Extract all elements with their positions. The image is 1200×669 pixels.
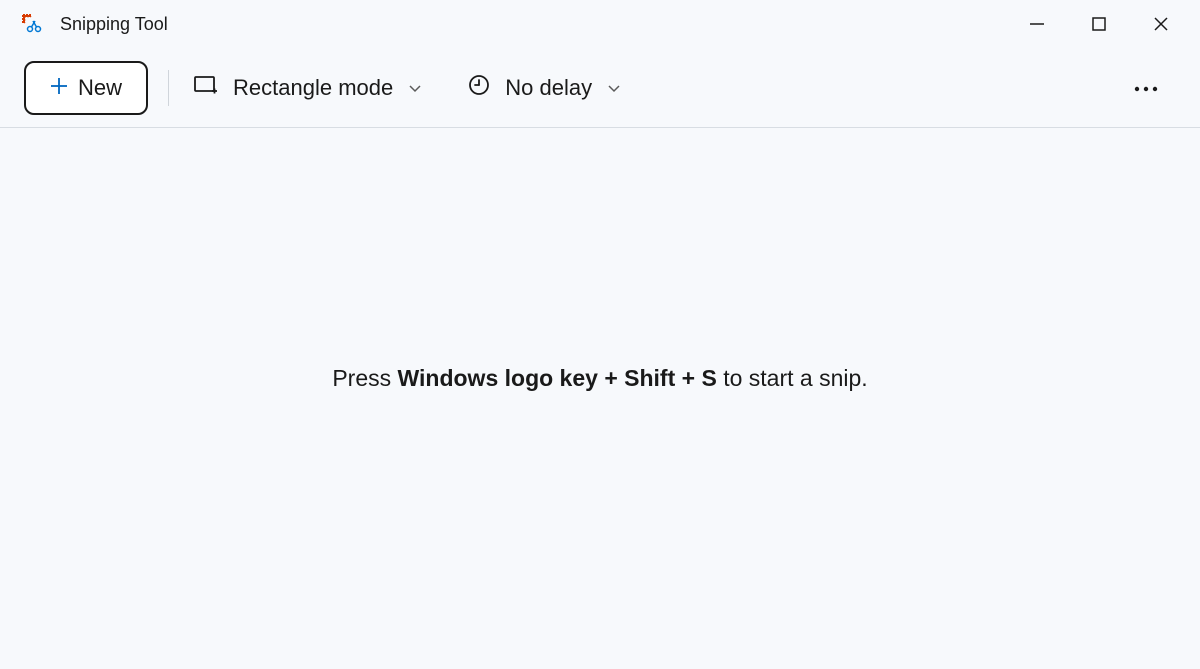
- clock-icon: [467, 73, 491, 102]
- plus-icon: [50, 75, 68, 101]
- minimize-button[interactable]: [1006, 0, 1068, 48]
- title-bar: Snipping Tool: [0, 0, 1200, 48]
- toolbar: New Rectangle mode: [0, 48, 1200, 128]
- hint-suffix: to start a snip.: [717, 365, 868, 391]
- maximize-icon: [1091, 16, 1107, 32]
- toolbar-left: New Rectangle mode: [24, 61, 626, 115]
- ellipsis-icon: [1134, 86, 1158, 92]
- new-button[interactable]: New: [24, 61, 148, 115]
- mode-dropdown[interactable]: Rectangle mode: [189, 66, 427, 109]
- mode-dropdown-label: Rectangle mode: [233, 75, 393, 101]
- content-area: Press Windows logo key + Shift + S to st…: [0, 128, 1200, 669]
- hint-text: Press Windows logo key + Shift + S to st…: [332, 365, 867, 392]
- window-controls: [1006, 0, 1192, 48]
- close-button[interactable]: [1130, 0, 1192, 48]
- title-left: Snipping Tool: [20, 12, 168, 36]
- hint-keys: Windows logo key + Shift + S: [398, 365, 717, 391]
- toolbar-divider: [168, 70, 169, 106]
- chevron-down-icon: [407, 80, 423, 96]
- new-button-label: New: [78, 75, 122, 101]
- delay-dropdown[interactable]: No delay: [463, 65, 626, 110]
- close-icon: [1153, 16, 1169, 32]
- chevron-down-icon: [606, 80, 622, 96]
- app-title: Snipping Tool: [60, 14, 168, 35]
- snipping-tool-icon: [20, 12, 44, 36]
- maximize-button[interactable]: [1068, 0, 1130, 48]
- minimize-icon: [1029, 16, 1045, 32]
- delay-dropdown-label: No delay: [505, 75, 592, 101]
- rectangle-mode-icon: [193, 74, 219, 101]
- more-options-button[interactable]: [1122, 67, 1170, 109]
- hint-prefix: Press: [332, 365, 397, 391]
